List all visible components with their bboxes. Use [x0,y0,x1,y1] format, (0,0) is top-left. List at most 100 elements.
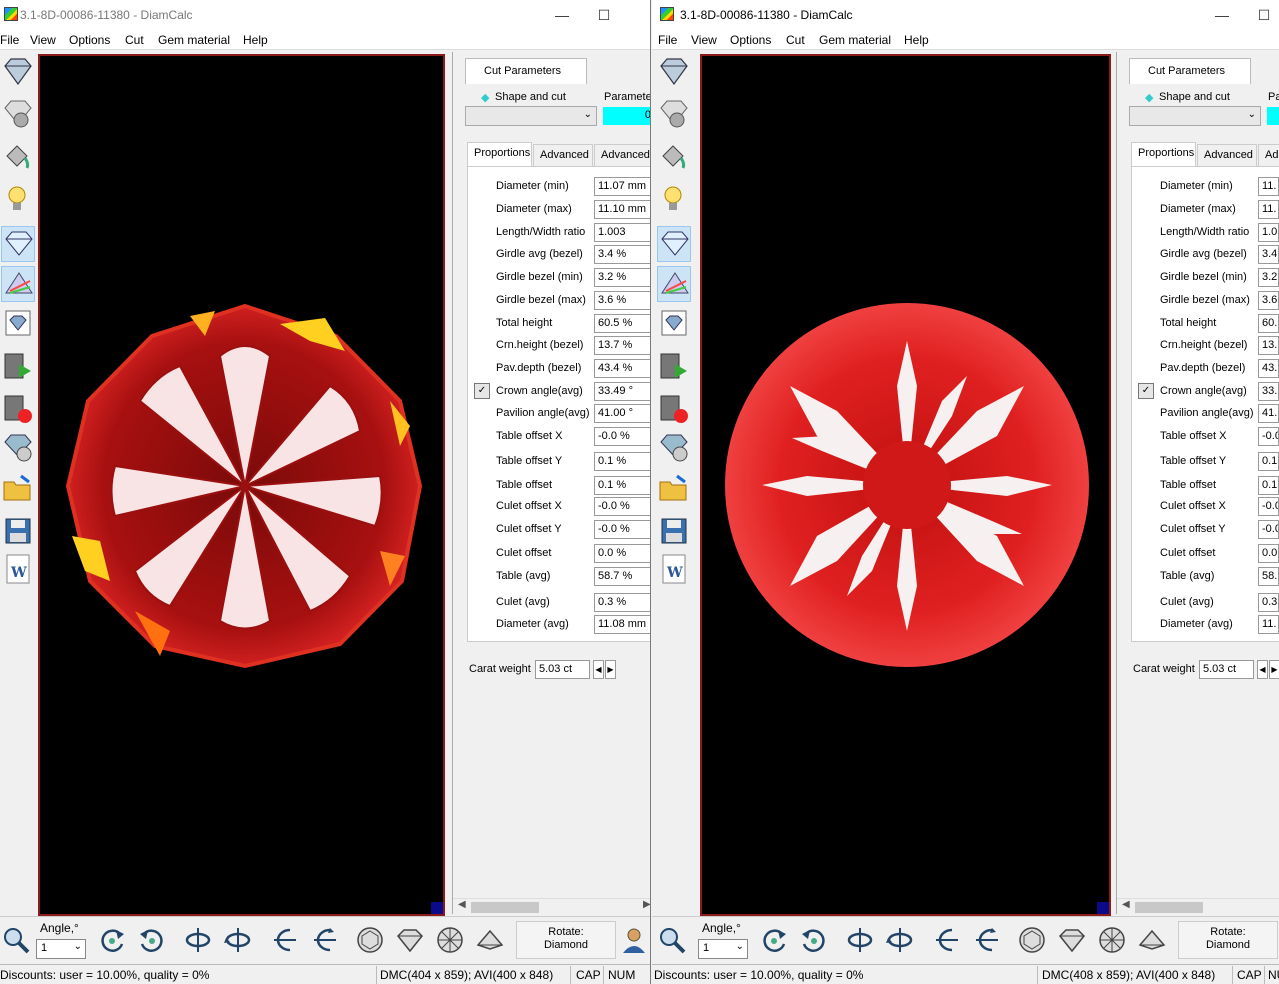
proportion-value-field[interactable]: 3.4 [1258,245,1279,264]
prism-icon[interactable] [657,266,691,302]
proportion-value-field[interactable]: -0.0 [1258,497,1279,516]
diamond-icon[interactable] [657,54,691,90]
proportion-value-field[interactable]: 3.2 [1258,268,1279,287]
sparkle-diamond-icon[interactable] [657,226,691,262]
scroll-thumb[interactable] [1135,902,1203,913]
video-record-icon[interactable] [657,392,691,428]
proportion-value-field[interactable]: 0.1 % [594,476,650,495]
proportion-value-field[interactable]: 41.00 ° [594,404,650,423]
rotate-cw-icon[interactable] [798,923,830,957]
carat-decrement-button[interactable]: ◀ [1257,660,1268,679]
bulb-icon[interactable] [657,182,691,218]
profile-view-icon[interactable] [474,923,506,957]
proportion-value-field[interactable]: 13.7 % [594,336,650,355]
proportion-value-field[interactable]: 0.3 % [594,593,650,612]
rotate-ccw-icon[interactable] [758,923,790,957]
scroll-left-icon[interactable]: ◀ [458,899,466,910]
proportion-value-field[interactable]: 0.1 % [594,452,650,471]
proportion-value-field[interactable]: -0.0 [1258,520,1279,539]
diamond-icon[interactable] [1,54,35,90]
flip-horizontal-icon[interactable] [844,923,876,957]
image-diamond-icon[interactable] [657,306,691,342]
tab-cut-parameters[interactable]: Cut Parameters [465,58,587,84]
word-icon[interactable]: W [657,552,691,588]
menu-help[interactable]: Help [243,33,268,47]
proportion-value-field[interactable]: 3.4 % [594,245,650,264]
prism-icon[interactable] [1,266,35,302]
zoom-icon[interactable] [656,923,688,957]
menu-view[interactable]: View [691,33,717,47]
tilt-right-icon[interactable] [308,923,340,957]
maximize-button[interactable]: ☐ [590,4,618,26]
menu-cut[interactable]: Cut [786,33,805,47]
horizontal-scrollbar[interactable]: ◀ [1117,898,1279,914]
proportion-value-field[interactable]: 60.5 % [594,314,650,333]
title-bar[interactable]: 3.1-8D-00086-11380 - DiamCalc — ☐ [652,0,1279,30]
minimize-button[interactable]: — [1208,4,1236,26]
proportion-value-field[interactable]: 3.6 [1258,291,1279,310]
proportion-value-field[interactable]: 43. [1258,359,1279,378]
sparkle-diamond-icon[interactable] [1,226,35,262]
proportion-value-field[interactable]: 0.0 [1258,544,1279,563]
menu-view[interactable]: View [30,33,56,47]
proportion-value-field[interactable]: 11.08 mm [594,615,650,634]
paint-bucket-icon[interactable] [1,138,35,174]
scroll-left-icon[interactable]: ◀ [1122,899,1130,910]
proportion-value-field[interactable]: 43.4 % [594,359,650,378]
proportion-value-field[interactable]: 58. [1258,567,1279,586]
proportion-value-field[interactable]: 11.07 mm [594,177,650,196]
tilt-left-icon[interactable] [268,923,300,957]
lock-icon[interactable]: ✓ [474,383,490,399]
bulb-icon[interactable] [1,182,35,218]
proportion-value-field[interactable]: -0.0 % [594,520,650,539]
diamond-view[interactable] [700,54,1111,916]
user-icon[interactable] [618,923,650,957]
menu-options[interactable]: Options [730,33,771,47]
profile-view-icon[interactable] [1136,923,1168,957]
diamond-view[interactable] [38,54,445,916]
bottom-view-icon[interactable] [434,923,466,957]
image-diamond-icon[interactable] [1,306,35,342]
carat-decrement-button[interactable]: ◀ [593,660,604,679]
parameter-value-field[interactable]: 0 [603,107,650,125]
proportion-value-field[interactable]: 0.3 [1258,593,1279,612]
lock-icon[interactable]: ✓ [1138,383,1154,399]
menu-gem-material[interactable]: Gem material [819,33,891,47]
horizontal-scrollbar[interactable]: ◀ ▶ [453,898,650,914]
ball-icon[interactable] [1,96,35,132]
menu-help[interactable]: Help [904,33,929,47]
proportion-value-field[interactable]: 33. [1258,382,1279,401]
carat-increment-button[interactable]: ▶ [605,660,616,679]
proportion-value-field[interactable]: -0.0 % [594,497,650,516]
proportion-value-field[interactable]: 13. [1258,336,1279,355]
word-icon[interactable]: W [1,552,35,588]
tilt-right-icon[interactable] [970,923,1002,957]
shape-and-cut-select[interactable]: ⌄ [465,106,597,126]
open-folder-icon[interactable] [657,472,691,508]
flip-horizontal-back-icon[interactable] [884,923,916,957]
video-record-icon[interactable] [1,392,35,428]
ball-icon[interactable] [657,96,691,132]
menu-options[interactable]: Options [69,33,110,47]
minimize-button[interactable]: — [548,4,576,26]
proportion-value-field[interactable]: -0.0 % [594,427,650,446]
menu-file[interactable]: File [0,33,19,47]
proportion-value-field[interactable]: 60. [1258,314,1279,333]
proportion-value-field[interactable]: 0.1 [1258,452,1279,471]
proportion-value-field[interactable]: 58.7 % [594,567,650,586]
proportion-value-field[interactable]: 1.0 [1258,223,1279,242]
angle-select[interactable]: 1 ⌄ [698,939,748,959]
video-play-icon[interactable] [657,350,691,386]
menu-gem-material[interactable]: Gem material [158,33,230,47]
proportion-value-field[interactable]: 3.6 % [594,291,650,310]
proportion-value-field[interactable]: 11.10 mm [594,200,650,219]
proportion-value-field[interactable]: -0.0 [1258,427,1279,446]
tab-cut-parameters[interactable]: Cut Parameters [1129,58,1251,84]
shape-and-cut-select[interactable]: ⌄ [1129,106,1261,126]
carat-weight-field[interactable]: 5.03 ct [535,660,590,679]
angle-select[interactable]: 1 ⌄ [36,939,86,959]
carat-weight-field[interactable]: 5.03 ct [1199,660,1254,679]
flip-horizontal-back-icon[interactable] [222,923,254,957]
tab-advanced[interactable]: Advanced [533,144,593,166]
menu-cut[interactable]: Cut [125,33,144,47]
